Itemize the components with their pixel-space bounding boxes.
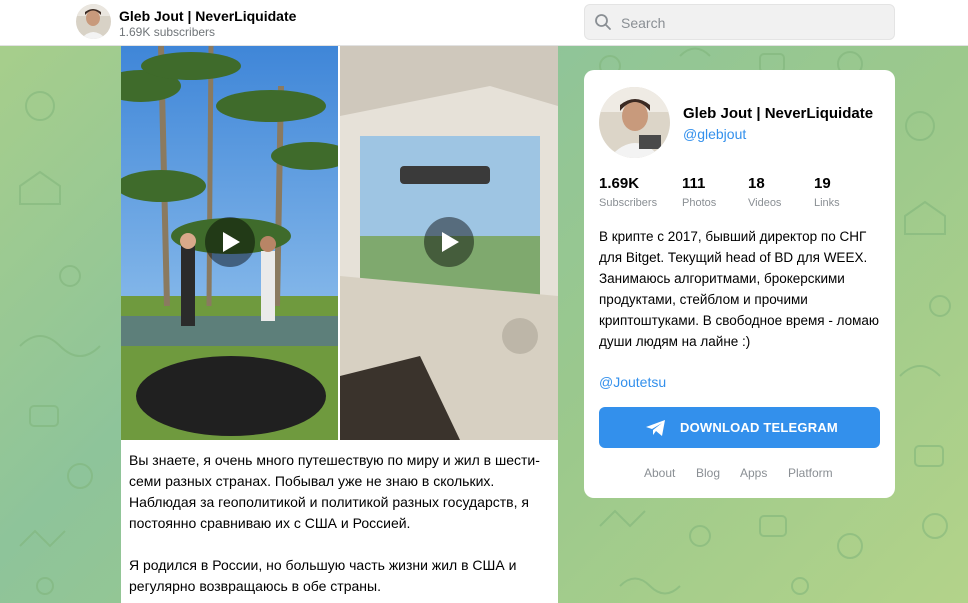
channel-info-card: Gleb Jout | NeverLiquidate @glebjout 1.6… — [584, 70, 895, 498]
top-header: Gleb Jout | NeverLiquidate 1.69K subscri… — [0, 0, 968, 46]
footer-link-blog[interactable]: Blog — [696, 466, 720, 480]
stat-label: Photos — [682, 197, 717, 209]
post-paragraph: Вы знаете, я очень много путешествую по … — [129, 452, 540, 531]
download-telegram-button[interactable]: DOWNLOAD TELEGRAM — [599, 407, 880, 448]
stat-label: Subscribers — [599, 197, 658, 209]
footer-link-about[interactable]: About — [644, 466, 675, 480]
footer-link-apps[interactable]: Apps — [740, 466, 767, 480]
video-thumbnail-1[interactable] — [121, 46, 338, 440]
play-icon — [223, 232, 240, 252]
subscriber-count: 1.69K subscribers — [119, 25, 216, 39]
stat-photos[interactable]: 111 Photos — [682, 175, 716, 209]
stat-links[interactable]: 19 Links — [814, 175, 840, 209]
stat-subscribers: 1.69K Subscribers — [599, 175, 657, 209]
channel-title[interactable]: Gleb Jout | NeverLiquidate — [119, 8, 296, 24]
channel-handle-link[interactable]: @glebjout — [683, 126, 746, 142]
post-text: Вы знаете, я очень много путешествую по … — [129, 450, 551, 603]
play-icon — [442, 232, 459, 252]
search-icon — [595, 14, 611, 30]
play-button[interactable] — [424, 217, 474, 267]
stat-label: Links — [814, 197, 840, 209]
search-input[interactable] — [619, 5, 893, 41]
stat-videos[interactable]: 18 Videos — [748, 175, 781, 209]
channel-description: В крипте с 2017, бывший директор по СНГ … — [599, 229, 880, 349]
post-paragraph: Я родился в России, но большую часть жиз… — [129, 557, 517, 594]
channel-name: Gleb Jout | NeverLiquidate — [683, 105, 874, 122]
post-media-album — [121, 46, 558, 440]
channel-card-avatar[interactable] — [599, 87, 670, 158]
telegram-plane-icon — [646, 420, 665, 436]
video-thumbnail-2[interactable] — [340, 46, 558, 440]
channel-avatar[interactable] — [76, 4, 111, 39]
channel-post: Вы знаете, я очень много путешествую по … — [121, 46, 558, 603]
download-telegram-label: DOWNLOAD TELEGRAM — [680, 420, 838, 435]
stat-value: 1.69K — [599, 175, 640, 192]
channel-description-link[interactable]: @Joutetsu — [599, 374, 666, 390]
play-button[interactable] — [205, 217, 255, 267]
stat-value: 19 — [814, 175, 831, 192]
footer-link-platform[interactable]: Platform — [788, 466, 833, 480]
stat-value: 111 — [682, 175, 706, 192]
stat-value: 18 — [748, 175, 765, 192]
search-box[interactable] — [584, 4, 895, 41]
stat-label: Videos — [748, 197, 782, 209]
